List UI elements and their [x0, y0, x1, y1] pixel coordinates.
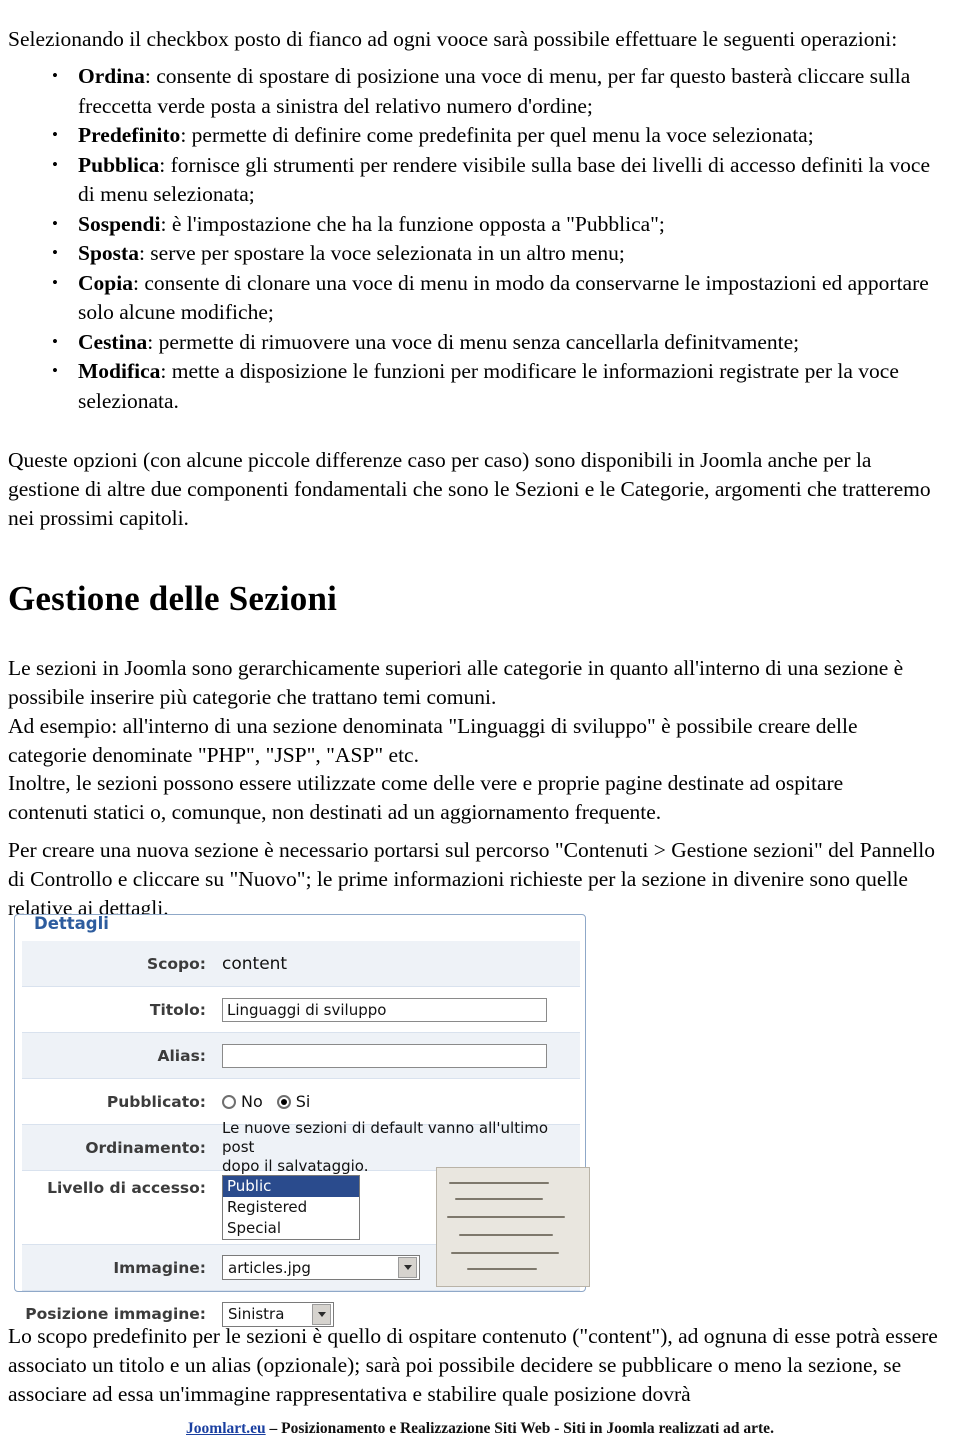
- list-item: Ordina: consente di spostare di posizion…: [44, 61, 940, 121]
- operation-text: : permette di definire come predefinita …: [180, 123, 814, 147]
- field-row-ordinamento: Ordinamento: Le nuove sezioni di default…: [22, 1119, 580, 1175]
- list-item: Pubblica: fornisce gli strumenti per ren…: [44, 150, 940, 210]
- details-fieldset: Dettagli Scopo: content Titolo: Alias:: [14, 914, 590, 1327]
- operation-text: : fornisce gli strumenti per rendere vis…: [78, 152, 931, 207]
- pubblicato-no-label: No: [241, 1092, 263, 1111]
- alias-input[interactable]: [222, 1043, 547, 1068]
- operation-text: : consente di spostare di posizione una …: [78, 64, 911, 118]
- chevron-down-icon[interactable]: [398, 1257, 417, 1278]
- radio-selected-icon[interactable]: [276, 1094, 291, 1109]
- page-footer: Joomlart.eu – Posizionamento e Realizzaz…: [0, 1420, 960, 1438]
- operation-text: : serve per spostare la voce selezionata…: [138, 241, 625, 265]
- paragraph-queste: Queste opzioni (con alcune piccole diffe…: [8, 447, 931, 530]
- immagine-label: Immagine:: [113, 1258, 206, 1277]
- operation-text: : permette di rimuovere una voce di menu…: [147, 329, 800, 354]
- operation-term: Predefinito: [78, 123, 181, 147]
- radio-icon[interactable]: [222, 1094, 236, 1109]
- operation-term: Pubblica: [78, 152, 160, 177]
- operation-term: Sospendi: [78, 211, 161, 236]
- page-title: Gestione delle Sezioni: [8, 579, 338, 618]
- ordinamento-label: Ordinamento:: [85, 1138, 206, 1157]
- list-item: Sposta: serve per spostare la voce selez…: [44, 238, 940, 269]
- scopo-value-wrap: content: [218, 954, 580, 974]
- accesso-option-special[interactable]: Special: [223, 1218, 359, 1239]
- pubblicato-value-wrap: No Si: [218, 1092, 580, 1111]
- pubblicato-radio-no[interactable]: No: [222, 1092, 263, 1111]
- list-item: Modifica: mette a disposizione le funzio…: [44, 356, 940, 416]
- operation-term: Cestina: [78, 329, 148, 354]
- paragraph-inoltre: Inoltre, le sezioni possono essere utili…: [8, 770, 844, 824]
- operation-term: Modifica: [78, 359, 161, 383]
- accesso-listbox[interactable]: Public Registered Special: [222, 1175, 360, 1240]
- field-row-scopo: Scopo: content: [22, 941, 580, 987]
- list-item: Copia: consente di clonare una voce di m…: [44, 268, 940, 328]
- scopo-label: Scopo:: [147, 954, 206, 973]
- fieldset-legend: Dettagli: [29, 915, 114, 933]
- paragraph-esempio: Ad esempio: all'interno di una sezione d…: [8, 713, 858, 767]
- accesso-label: Livello di accesso:: [47, 1179, 206, 1197]
- scanned-photo-fragment: [436, 1167, 590, 1287]
- operation-term: Ordina: [78, 64, 145, 88]
- immagine-select[interactable]: articles.jpg: [222, 1255, 420, 1280]
- operation-text: : consente di clonare una voce di menu i…: [78, 270, 929, 325]
- list-item: Sospendi: è l'impostazione che ha la fun…: [44, 209, 940, 240]
- scopo-value: content: [222, 953, 288, 974]
- operation-term: Sposta: [78, 241, 139, 265]
- list-item: Cestina: permette di rimuovere una voce …: [44, 327, 940, 358]
- intro-paragraph: Selezionando il checkbox posto di fianco…: [8, 26, 898, 51]
- field-row-titolo: Titolo:: [22, 987, 580, 1033]
- posizione-label: Posizione immagine:: [25, 1305, 206, 1323]
- paragraph-scopo: Lo scopo predefinito per le sezioni è qu…: [8, 1323, 938, 1406]
- accesso-option-public[interactable]: Public: [223, 1176, 359, 1197]
- alias-label: Alias:: [157, 1046, 206, 1065]
- pubblicato-radio-si[interactable]: Si: [276, 1092, 311, 1111]
- list-item: Predefinito: permette di definire come p…: [44, 120, 940, 151]
- operation-term: Copia: [78, 270, 133, 295]
- operation-text: : è l'impostazione che ha la funzione op…: [160, 211, 665, 236]
- pubblicato-si-label: Si: [295, 1092, 311, 1111]
- pubblicato-radio-group: No Si: [222, 1092, 310, 1111]
- titolo-input[interactable]: [222, 997, 547, 1022]
- pubblicato-label: Pubblicato:: [106, 1092, 206, 1111]
- immagine-selected-value: articles.jpg: [228, 1258, 311, 1277]
- posizione-selected-value: Sinistra: [228, 1305, 285, 1323]
- operation-text: : mette a disposizione le funzioni per m…: [78, 359, 899, 413]
- document-page: Selezionando il checkbox posto di fianco…: [0, 0, 960, 1456]
- titolo-value-wrap: [218, 997, 580, 1022]
- operations-list: Ordina: consente di spostare di posizion…: [44, 61, 940, 416]
- paragraph-sezioni: Le sezioni in Joomla sono gerarchicament…: [8, 655, 904, 709]
- joomla-details-form-screenshot: Dettagli Scopo: content Titolo: Alias:: [8, 902, 592, 1327]
- titolo-label: Titolo:: [149, 1000, 206, 1019]
- alias-value-wrap: [218, 1043, 580, 1068]
- accesso-option-registered[interactable]: Registered: [223, 1197, 359, 1218]
- footer-brand-link[interactable]: Joomlart.eu: [186, 1420, 266, 1437]
- field-row-alias: Alias:: [22, 1033, 580, 1079]
- footer-text: – Posizionamento e Realizzazione Siti We…: [265, 1420, 774, 1437]
